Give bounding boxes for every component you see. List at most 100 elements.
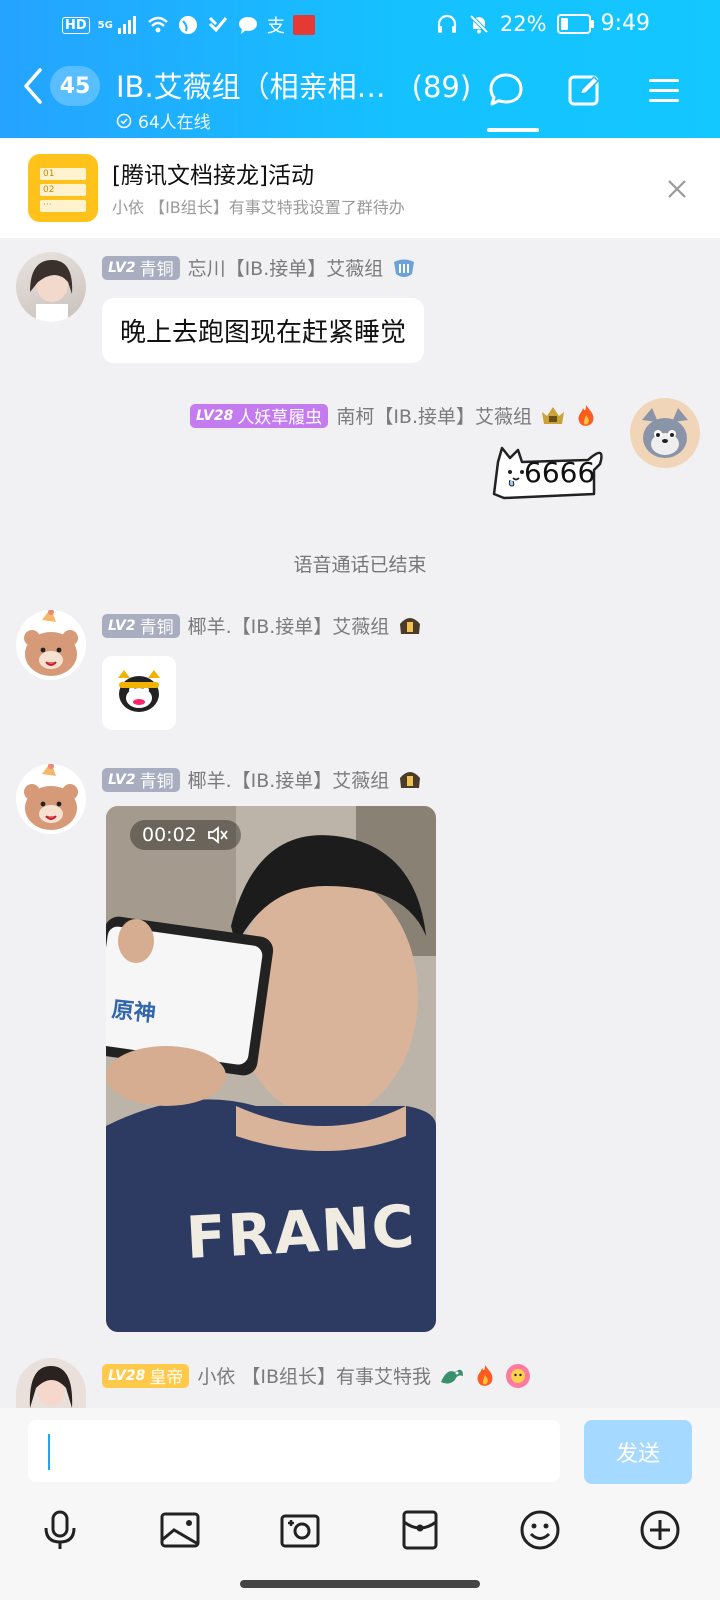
mute-speaker-icon: [207, 826, 228, 844]
signal-icon: [117, 16, 136, 34]
qq-emoji-icon: [118, 670, 160, 712]
close-icon[interactable]: [666, 178, 688, 200]
network-label: 5G: [97, 19, 113, 31]
sticker-text: 6666: [524, 456, 596, 489]
rank-name: 青铜: [139, 618, 174, 638]
rank-name: 皇帝: [149, 1368, 184, 1388]
rank-name: 人妖草履虫: [237, 408, 323, 428]
level-number: LV2: [108, 771, 136, 788]
rank-name: 青铜: [139, 260, 174, 280]
dragon-badge-icon: [441, 1369, 463, 1384]
system-notice: 语音通话已结束: [293, 554, 427, 576]
online-count: 64人在线: [138, 113, 211, 133]
level-badge: LV2 青铜: [102, 767, 180, 792]
group-title: IB.艾薇组（相亲相…: [116, 70, 386, 104]
text-cursor: [48, 1434, 50, 1470]
member-count: (89): [411, 70, 472, 104]
top-header-area: HD 5G 支 22% 9:49 45 IB.艾薇组（相亲相… (89) 64人…: [0, 0, 720, 138]
crown-badge-icon: [542, 406, 564, 424]
video-message[interactable]: 原神 FRANC 00:02: [106, 806, 436, 1332]
message-input[interactable]: [28, 1420, 560, 1482]
menu-icon[interactable]: [644, 70, 684, 110]
chat-header: 45 IB.艾薇组（相亲相… (89) 64人在线: [0, 48, 720, 138]
sender-name: 椰羊.【IB.接单】艾薇组: [187, 616, 390, 638]
level-badge: LV28 皇帝: [102, 1363, 190, 1388]
user-photo-icon: [30, 260, 73, 322]
level-number: LV2: [108, 617, 136, 634]
group-todo-notice[interactable]: 01 02 ··· [腾讯文档接龙]活动 小依 【IB组长】有事艾特我设置了群待…: [0, 138, 720, 238]
red-packet-icon[interactable]: [398, 1508, 442, 1552]
chat-tab-icon[interactable]: [486, 70, 526, 110]
image-icon[interactable]: [158, 1508, 202, 1552]
level-number: LV28: [108, 1367, 146, 1384]
fire-icon: [578, 404, 594, 426]
input-bar: 发送: [0, 1408, 720, 1600]
doc-line-3: ···: [40, 200, 86, 212]
sender-name: 小依 【IB组长】有事艾特我: [197, 1366, 431, 1388]
emoji-icon[interactable]: [518, 1508, 562, 1552]
notice-subtitle: 小依 【IB组长】有事艾特我设置了群待办: [112, 198, 405, 217]
doc-line-1: 01: [40, 168, 86, 180]
message-meta: LV2 青铜 椰羊.【IB.接单】艾薇组: [102, 766, 423, 793]
sender-name: 椰羊.【IB.接单】艾薇组: [187, 770, 390, 792]
unread-count-badge: 45: [50, 66, 100, 106]
bear-avatar-icon: [24, 764, 78, 830]
status-right: 22% 9:49: [436, 11, 650, 36]
message-text: 晚上去跑图现在赶紧睡觉: [120, 318, 407, 348]
sender-name: 南柯【IB.接单】艾薇组: [336, 406, 532, 428]
message-bubble[interactable]: [102, 656, 176, 730]
send-button[interactable]: 发送: [584, 1420, 692, 1484]
browser-icon: [178, 16, 197, 34]
mute-bell-icon: [469, 14, 489, 33]
level-number: LV28: [196, 407, 234, 424]
cat-sticker[interactable]: 6666: [488, 440, 608, 506]
active-tab-indicator: [487, 128, 539, 132]
avatar[interactable]: [16, 764, 86, 834]
online-check-icon: [116, 113, 132, 128]
edit-note-icon[interactable]: [564, 70, 604, 110]
clock: 9:49: [600, 11, 650, 36]
video-shirt-text: FRANC: [184, 1192, 418, 1272]
rank-name: 青铜: [139, 772, 174, 792]
notice-title: [腾讯文档接龙]活动: [112, 163, 314, 189]
status-left: HD 5G 支: [62, 12, 315, 38]
headphone-icon: [437, 14, 457, 33]
level-badge: LV2 青铜: [102, 255, 180, 280]
chat-bubble-icon: [238, 17, 257, 34]
voice-icon[interactable]: [38, 1508, 82, 1552]
video-screen-text: 原神: [110, 997, 157, 1028]
level-badge: LV2 青铜: [102, 613, 180, 638]
fire-icon: [477, 1364, 493, 1386]
avatar[interactable]: [16, 252, 86, 322]
message-meta: LV28 人妖草履虫 南柯【IB.接单】艾薇组: [190, 402, 598, 429]
title-area[interactable]: IB.艾薇组（相亲相… (89) 64人在线: [116, 64, 476, 133]
back-button[interactable]: 45: [20, 66, 100, 106]
message-meta: LV2 青铜 忘川【IB.接单】艾薇组: [102, 254, 417, 281]
honor-medal-icon: [394, 259, 415, 277]
level-number: LV2: [108, 259, 136, 276]
user-photo-icon: [29, 1366, 73, 1408]
home-indicator[interactable]: [240, 1580, 480, 1588]
add-plus-icon[interactable]: [638, 1508, 682, 1552]
battery-icon: [556, 13, 594, 34]
alipay-icon: 支: [266, 16, 285, 37]
online-status: 64人在线: [116, 108, 476, 133]
avatar[interactable]: [16, 1358, 86, 1408]
battery-percent: 22%: [499, 11, 547, 36]
video-duration-pill[interactable]: 00:02: [130, 820, 241, 850]
bear-avatar-icon: [24, 610, 78, 676]
avatar[interactable]: [16, 610, 86, 680]
level-badge: LV28 人妖草履虫: [190, 403, 329, 428]
helmet-badge-icon: [400, 617, 421, 634]
doc-line-2: 02: [40, 184, 86, 196]
flower-badge-icon: [506, 1363, 530, 1388]
message-bubble[interactable]: 晚上去跑图现在赶紧睡觉: [102, 298, 425, 363]
message-meta: LV2 青铜 椰羊.【IB.接单】艾薇组: [102, 612, 423, 639]
cartoon-cat-icon: [642, 408, 688, 458]
avatar[interactable]: [630, 398, 700, 468]
status-bar: HD 5G 支 22% 9:49: [0, 0, 720, 48]
message-meta: LV28 皇帝 小依 【IB组长】有事艾特我: [102, 1362, 531, 1389]
video-duration: 00:02: [142, 824, 197, 846]
camera-icon[interactable]: [278, 1508, 322, 1552]
sender-name: 忘川【IB.接单】艾薇组: [187, 258, 384, 280]
